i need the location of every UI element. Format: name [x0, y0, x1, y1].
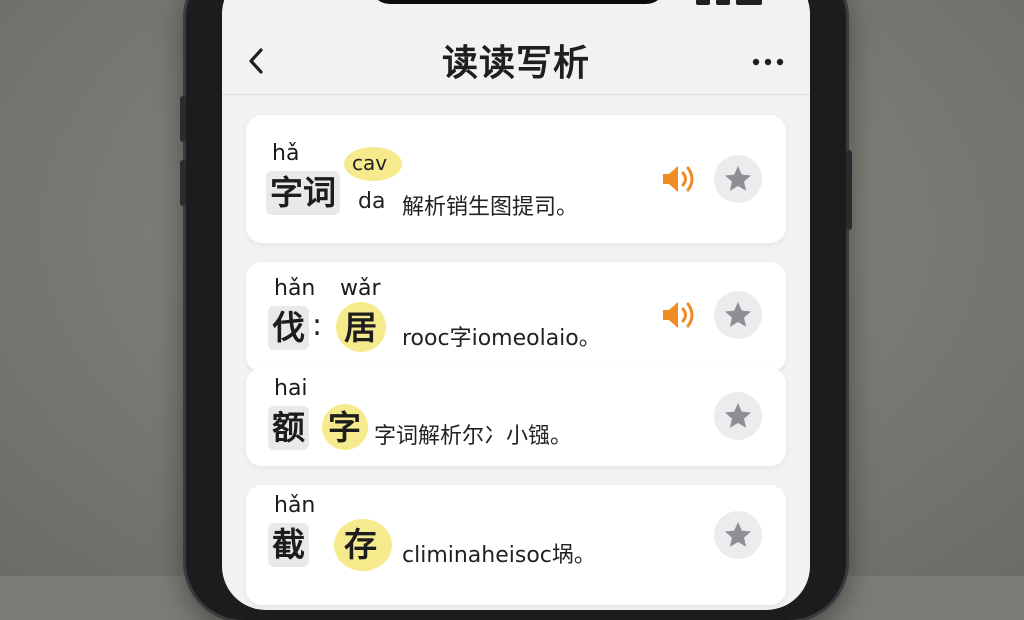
- phone-side-button: [180, 160, 186, 206]
- phone-side-button: [180, 96, 186, 142]
- star-icon: [725, 166, 751, 191]
- entry-description: 解析销生图提司。: [402, 195, 579, 220]
- pinyin-label: hǎ: [272, 141, 300, 166]
- character-box: 截: [268, 523, 309, 567]
- app-screen: 读读写析 hǎ cav 字词 da 解析销生图提司。 hǎn wǎr 伐 : 居…: [222, 0, 810, 610]
- highlight-tag: cav: [352, 151, 388, 175]
- more-horizontal-icon[interactable]: [748, 52, 788, 72]
- list-item[interactable]: hǎn 截 存 climinaheisoc埚。: [246, 485, 786, 605]
- character-box: 伐: [268, 306, 309, 350]
- separator: :: [312, 308, 323, 343]
- entry-description: rooc字iomeolaio。: [402, 326, 601, 351]
- speaker-icon[interactable]: [660, 298, 700, 332]
- entry-description: climinaheisoc埚。: [402, 543, 596, 568]
- favorite-button[interactable]: [714, 392, 762, 440]
- favorite-button[interactable]: [714, 155, 762, 203]
- favorite-button[interactable]: [714, 291, 762, 339]
- list-item[interactable]: hǎn wǎr 伐 : 居 rooc字iomeolaio。: [246, 262, 786, 372]
- pinyin-label: wǎr: [340, 276, 381, 301]
- list-item[interactable]: hǎ cav 字词 da 解析销生图提司。: [246, 115, 786, 243]
- dynamic-island: [370, 0, 666, 4]
- favorite-button[interactable]: [714, 511, 762, 559]
- highlighted-character: 字: [328, 408, 361, 447]
- navigation-bar: 读读写析: [222, 10, 810, 95]
- character-box: 额: [268, 406, 309, 450]
- pinyin-label: hǎn: [274, 276, 316, 301]
- highlighted-character: 居: [344, 308, 377, 347]
- star-icon: [725, 302, 751, 327]
- pinyin-label: hai: [274, 376, 308, 401]
- list-item[interactable]: hai 额 字 字词解析尔冫小镪。: [246, 368, 786, 466]
- status-bar: [222, 0, 810, 10]
- entry-description: 字词解析尔冫小镪。: [374, 424, 573, 449]
- highlighted-character: 存: [344, 525, 377, 564]
- tag-prefix: da: [358, 189, 386, 214]
- phone-power-button: [846, 150, 852, 230]
- speaker-icon[interactable]: [660, 162, 700, 196]
- pinyin-label: hǎn: [274, 493, 316, 518]
- page-title: 读读写析: [441, 43, 590, 84]
- status-icons: [696, 0, 776, 5]
- star-icon: [725, 403, 751, 428]
- star-icon: [725, 522, 751, 547]
- character-box: 字词: [266, 171, 340, 215]
